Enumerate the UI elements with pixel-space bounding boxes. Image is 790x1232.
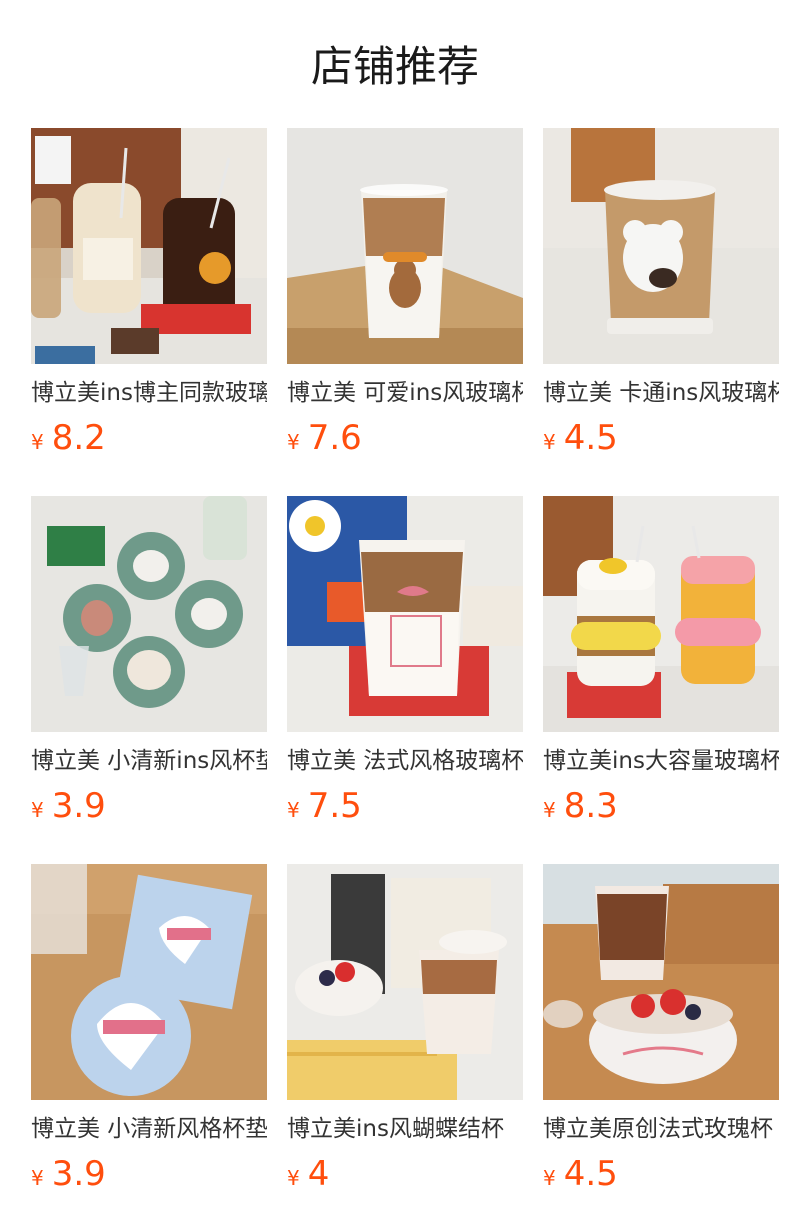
- product-name[interactable]: 博立美ins博主同款玻璃杯: [31, 378, 267, 408]
- bear-glass-image[interactable]: [543, 128, 779, 364]
- product-card[interactable]: 博立美 小清新ins风杯垫 ¥ 3.9: [31, 496, 267, 824]
- product-grid: 博立美ins博主同款玻璃杯 ¥ 8.2 博立美 可爱ins风玻璃杯 ¥: [0, 0, 790, 1232]
- straw-cups-image[interactable]: [543, 496, 779, 732]
- ribbon-glass-image[interactable]: [287, 496, 523, 732]
- price-value: 4.5: [563, 1154, 618, 1194]
- product-price: ¥ 3.9: [31, 788, 267, 824]
- product-name[interactable]: 博立美 小清新ins风杯垫: [31, 746, 267, 776]
- currency-symbol: ¥: [31, 430, 44, 454]
- product-price: ¥ 8.3: [543, 788, 779, 824]
- product-card[interactable]: 博立美ins风蝴蝶结杯 ¥ 4: [287, 864, 523, 1192]
- latte-glass-dog-image[interactable]: [287, 128, 523, 364]
- currency-symbol: ¥: [287, 1166, 300, 1190]
- product-card[interactable]: 博立美 小清新风格杯垫 ¥ 3.9: [31, 864, 267, 1192]
- product-price: ¥ 4.5: [543, 1156, 779, 1192]
- price-value: 4.5: [563, 418, 618, 458]
- price-value: 7.5: [307, 786, 362, 826]
- product-card[interactable]: 博立美ins大容量玻璃杯 ¥ 8.3: [543, 496, 779, 824]
- product-name[interactable]: 博立美ins大容量玻璃杯: [543, 746, 779, 776]
- product-name[interactable]: 博立美原创法式玫瑰杯: [543, 1114, 779, 1144]
- currency-symbol: ¥: [287, 430, 300, 454]
- currency-symbol: ¥: [543, 1166, 556, 1190]
- product-price: ¥ 4.5: [543, 420, 779, 456]
- price-value: 7.6: [307, 418, 362, 458]
- currency-symbol: ¥: [543, 430, 556, 454]
- price-value: 8.2: [51, 418, 106, 458]
- price-value: 8.3: [563, 786, 618, 826]
- product-price: ¥ 8.2: [31, 420, 267, 456]
- product-price: ¥ 3.9: [31, 1156, 267, 1192]
- bow-cup-bowl-image[interactable]: [287, 864, 523, 1100]
- product-name[interactable]: 博立美 小清新风格杯垫: [31, 1114, 267, 1144]
- product-price: ¥ 4: [287, 1156, 523, 1192]
- product-name[interactable]: 博立美 卡通ins风玻璃杯: [543, 378, 779, 408]
- product-card[interactable]: 博立美ins博主同款玻璃杯 ¥ 8.2: [31, 128, 267, 456]
- product-price: ¥ 7.6: [287, 420, 523, 456]
- product-name[interactable]: 博立美 法式风格玻璃杯: [287, 746, 523, 776]
- heart-coasters-image[interactable]: [31, 864, 267, 1100]
- product-card[interactable]: 博立美原创法式玫瑰杯 ¥ 4.5: [543, 864, 779, 1192]
- price-value: 3.9: [51, 1154, 106, 1194]
- product-card[interactable]: 博立美 可爱ins风玻璃杯 ¥ 7.6: [287, 128, 523, 456]
- product-name[interactable]: 博立美 可爱ins风玻璃杯: [287, 378, 523, 408]
- currency-symbol: ¥: [543, 798, 556, 822]
- rose-bowl-image[interactable]: [543, 864, 779, 1100]
- price-value: 4: [307, 1154, 330, 1194]
- round-coasters-image[interactable]: [31, 496, 267, 732]
- currency-symbol: ¥: [31, 1166, 44, 1190]
- product-card[interactable]: 博立美 法式风格玻璃杯 ¥ 7.5: [287, 496, 523, 824]
- product-name[interactable]: 博立美ins风蝴蝶结杯: [287, 1114, 523, 1144]
- price-value: 3.9: [51, 786, 106, 826]
- currency-symbol: ¥: [287, 798, 300, 822]
- drink-bottles-image[interactable]: [31, 128, 267, 364]
- product-price: ¥ 7.5: [287, 788, 523, 824]
- currency-symbol: ¥: [31, 798, 44, 822]
- product-card[interactable]: 博立美 卡通ins风玻璃杯 ¥ 4.5: [543, 128, 779, 456]
